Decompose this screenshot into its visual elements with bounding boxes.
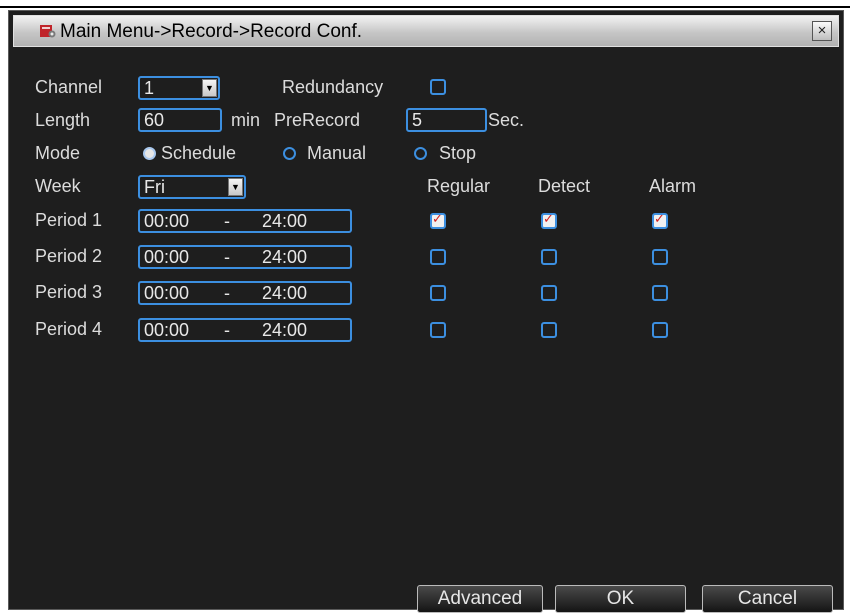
detect-column-header: Detect <box>538 176 591 196</box>
period-detect-checkbox[interactable] <box>541 322 557 338</box>
period-time-range[interactable]: 00:00 - 24:00 <box>138 245 352 269</box>
title-bar: Main Menu->Record->Record Conf. × <box>13 15 839 47</box>
redundancy-checkbox[interactable] <box>430 79 446 95</box>
period-alarm-checkbox[interactable] <box>652 212 668 229</box>
redundancy-label: Redundancy <box>282 77 384 97</box>
length-unit: min <box>231 110 261 130</box>
mode-stop-label: Stop <box>439 143 477 163</box>
period-regular-checkbox[interactable] <box>430 322 446 338</box>
mode-schedule-label: Schedule <box>161 143 237 163</box>
period-label: Period 1 <box>35 210 103 230</box>
period-separator: - <box>224 247 230 267</box>
period-end: 24:00 <box>262 211 308 231</box>
period-label: Period 2 <box>35 246 103 266</box>
chevron-down-icon: ▼ <box>228 178 243 196</box>
period-start: 00:00 <box>144 211 190 231</box>
length-input[interactable]: 60 <box>138 108 222 132</box>
week-label: Week <box>35 176 81 196</box>
period-detect-checkbox[interactable] <box>541 249 557 265</box>
period-detect-checkbox[interactable] <box>541 212 557 229</box>
cancel-button[interactable]: Cancel <box>702 585 833 613</box>
alarm-column-header: Alarm <box>649 176 697 196</box>
period-separator: - <box>224 320 230 340</box>
period-alarm-checkbox[interactable] <box>652 322 668 338</box>
period-detect-checkbox[interactable] <box>541 285 557 301</box>
period-start: 00:00 <box>144 283 190 303</box>
prerecord-input[interactable]: 5 <box>406 108 487 132</box>
form-area: Channel 1 ▼ Redundancy Length 60 min Pre… <box>9 51 843 613</box>
channel-select[interactable]: 1 ▼ <box>138 76 220 100</box>
period-regular-checkbox[interactable] <box>430 249 446 265</box>
period-end: 24:00 <box>262 283 308 303</box>
period-regular-checkbox[interactable] <box>430 285 446 301</box>
channel-label: Channel <box>35 77 103 97</box>
mode-stop-radio[interactable] <box>414 147 427 160</box>
period-separator: - <box>224 211 230 231</box>
week-select[interactable]: Fri ▼ <box>138 175 246 199</box>
week-value: Fri <box>144 177 165 197</box>
channel-value: 1 <box>144 78 155 98</box>
period-label: Period 4 <box>35 319 103 339</box>
period-time-range[interactable]: 00:00 - 24:00 <box>138 209 352 233</box>
period-start: 00:00 <box>144 320 190 340</box>
chevron-down-icon: ▼ <box>202 79 217 97</box>
close-icon: × <box>817 22 827 39</box>
period-alarm-checkbox[interactable] <box>652 285 668 301</box>
mode-schedule-radio[interactable] <box>143 147 156 160</box>
prerecord-unit: Sec. <box>488 110 525 130</box>
mode-manual-label: Manual <box>307 143 367 163</box>
close-button[interactable]: × <box>812 21 832 41</box>
length-label: Length <box>35 110 91 130</box>
mode-label: Mode <box>35 143 81 163</box>
period-end: 24:00 <box>262 320 308 340</box>
dialog-title: Main Menu->Record->Record Conf. <box>60 21 363 42</box>
record-app-icon <box>40 25 56 38</box>
prerecord-label: PreRecord <box>274 110 361 130</box>
regular-column-header: Regular <box>427 176 491 196</box>
record-conf-dialog: Main Menu->Record->Record Conf. × Channe… <box>8 10 844 613</box>
period-time-range[interactable]: 00:00 - 24:00 <box>138 281 352 305</box>
advanced-button[interactable]: Advanced <box>417 585 543 613</box>
period-time-range[interactable]: 00:00 - 24:00 <box>138 318 352 342</box>
period-start: 00:00 <box>144 247 190 267</box>
period-regular-checkbox[interactable] <box>430 212 446 229</box>
mode-manual-radio[interactable] <box>283 147 296 160</box>
period-end: 24:00 <box>262 247 308 267</box>
period-separator: - <box>224 283 230 303</box>
period-alarm-checkbox[interactable] <box>652 249 668 265</box>
ok-button[interactable]: OK <box>555 585 686 613</box>
top-rule <box>0 6 850 8</box>
period-label: Period 3 <box>35 282 103 302</box>
